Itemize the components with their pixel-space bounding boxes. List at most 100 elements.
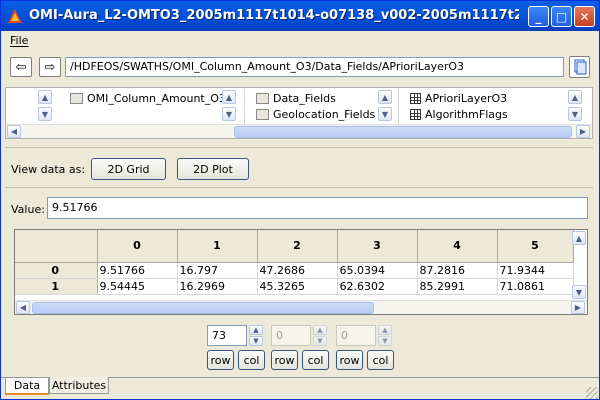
maximize-button[interactable]: □ [551,6,572,27]
folder-icon [256,109,269,120]
table-cell[interactable]: 71.9344 [497,262,574,279]
2d-plot-button[interactable]: 2D Plot [177,158,249,180]
browser-item-label: Data_Fields [273,92,336,105]
row-button-3[interactable]: row [336,350,363,370]
scroll-right-button[interactable]: ▶ [571,301,585,314]
column-header[interactable]: 2 [257,230,338,263]
table-cell[interactable]: 85.2991 [417,278,498,295]
tab-data[interactable]: Data [5,378,49,395]
tab-attributes[interactable]: Attributes [49,377,109,394]
2d-grid-button[interactable]: 2D Grid [91,158,166,180]
browser-item-data-fields[interactable]: Data_Fields [256,92,336,105]
close-button[interactable]: ✕ [574,6,595,27]
dataset-grid-icon [410,109,421,120]
document-icon [574,59,586,75]
col-button-1[interactable]: col [238,350,265,370]
minimize-button[interactable]: _ [528,6,549,27]
divider [5,147,593,148]
menu-file[interactable]: File [10,34,28,47]
browser-horizontal-scrollbar[interactable]: ◀ ▶ [6,124,592,138]
table-horizontal-scrollbar[interactable]: ◀ ▶ [15,300,587,314]
index-field-1[interactable]: 73 [207,325,247,346]
pane2-scroll-down-button[interactable]: ▼ [222,107,236,121]
table-cell[interactable]: 65.0394 [337,262,418,279]
index-field-2[interactable]: 0 [271,325,311,346]
index-2-increment-button[interactable]: ▲ [313,325,327,335]
table-corner-header [15,230,98,263]
table-row: 0 9.51766 16.797 47.2686 65.0394 87.2816… [15,262,574,279]
index-3-increment-button[interactable]: ▲ [378,325,392,335]
value-field[interactable]: 9.51766 [47,197,588,219]
table-cell[interactable]: 16.2969 [177,278,258,295]
column-header[interactable]: 3 [337,230,418,263]
table-row: 1 9.54445 16.2969 45.3265 62.6302 85.299… [15,278,574,295]
back-arrow-icon: ⇦ [15,59,27,75]
path-input[interactable]: /HDFEOS/SWATHS/OMI_Column_Amount_O3/Data… [65,57,564,77]
browser-item-algorithm-flags[interactable]: AlgorithmFlags [410,108,508,121]
row-button-2[interactable]: row [271,350,298,370]
column-header[interactable]: 1 [177,230,258,263]
title-bar[interactable]: OMI-Aura_L2-OMTO3_2005m1117t1014-o07138_… [1,1,599,31]
table-cell[interactable]: 16.797 [177,262,258,279]
table-cell[interactable]: 9.51766 [97,262,178,279]
table-cell[interactable]: 62.6302 [337,278,418,295]
view-data-as-label: View data as: [11,163,86,176]
data-table: 0 1 2 3 4 5 0 9.51766 16.797 47.2686 65.… [15,230,574,295]
data-table-container: 0 1 2 3 4 5 0 9.51766 16.797 47.2686 65.… [14,229,588,315]
hierarchy-browser: ▲ ▼ OMI_Column_Amount_O3 ▲ ▼ Data_Fields… [5,87,593,139]
col-button-3[interactable]: col [367,350,394,370]
column-header[interactable]: 5 [497,230,574,263]
browser-item-label: APrioriLayerO3 [425,92,508,105]
browser-item-label: Geolocation_Fields [273,108,376,121]
column-header[interactable]: 0 [97,230,178,263]
pane3-scroll-down-button[interactable]: ▼ [568,107,582,121]
scroll-right-button[interactable]: ▶ [576,125,590,138]
window-title: OMI-Aura_L2-OMTO3_2005m1117t1014-o07138_… [29,8,519,23]
browser-item-label: OMI_Column_Amount_O3 [87,92,226,105]
scrollbar-thumb[interactable] [32,302,374,314]
pane3-scroll-up-button[interactable]: ▲ [568,90,582,104]
table-scroll-down-button[interactable]: ▼ [572,285,586,299]
row-header[interactable]: 1 [15,278,98,295]
menu-bar: File [1,31,599,51]
pane1-scroll-down-button[interactable]: ▼ [38,107,52,121]
application-window: OMI-Aura_L2-OMTO3_2005m1117t1014-o07138_… [0,0,600,400]
index-1-increment-button[interactable]: ▲ [249,325,263,335]
divider [5,187,593,188]
dataset-grid-icon [410,93,421,104]
scroll-left-button[interactable]: ◀ [7,125,21,138]
table-cell[interactable]: 87.2816 [417,262,498,279]
browser-item-geolocation-fields[interactable]: Geolocation_Fields [256,108,375,121]
browser-item-omi-column-amount[interactable]: OMI_Column_Amount_O3 [70,92,226,105]
table-scroll-up-button[interactable]: ▲ [572,231,586,245]
browser-item-apriori-layer[interactable]: APrioriLayerO3 [410,92,507,105]
index-field-3[interactable]: 0 [336,325,376,346]
forward-arrow-icon: ⇨ [44,59,56,75]
table-cell[interactable]: 71.0861 [497,278,574,295]
pane2b-scroll-down-button[interactable]: ▼ [378,107,392,121]
forward-button[interactable]: ⇨ [39,57,61,77]
column-header[interactable]: 4 [417,230,498,263]
pane1-scroll-up-button[interactable]: ▲ [38,90,52,104]
row-button-1[interactable]: row [207,350,234,370]
pane2b-scroll-up-button[interactable]: ▲ [378,90,392,104]
col-button-2[interactable]: col [302,350,329,370]
table-cell[interactable]: 45.3265 [257,278,338,295]
copy-path-button[interactable] [569,56,590,78]
back-button[interactable]: ⇦ [10,57,32,77]
scrollbar-thumb[interactable] [234,126,572,138]
row-header[interactable]: 0 [15,262,98,279]
index-1-decrement-button[interactable]: ▼ [249,336,263,346]
index-2-decrement-button[interactable]: ▼ [313,336,327,346]
resize-grip[interactable] [586,387,598,399]
pane2-scroll-up-button[interactable]: ▲ [222,90,236,104]
pane-divider[interactable] [244,88,245,124]
value-label: Value: [11,203,45,216]
table-cell[interactable]: 47.2686 [257,262,338,279]
app-logo-icon [8,9,22,23]
table-cell[interactable]: 9.54445 [97,278,178,295]
scroll-left-button[interactable]: ◀ [16,301,30,314]
index-3-decrement-button[interactable]: ▼ [378,336,392,346]
pane-divider[interactable] [398,88,399,124]
folder-icon [70,93,83,104]
